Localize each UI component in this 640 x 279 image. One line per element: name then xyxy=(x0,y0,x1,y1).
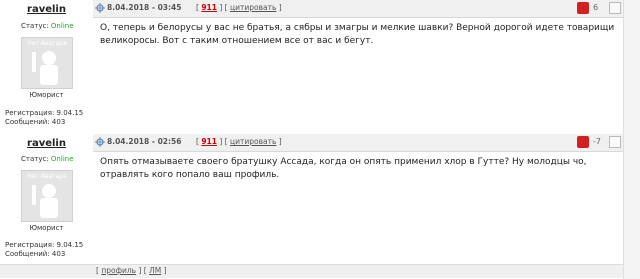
user-rank: Юморист xyxy=(29,91,64,99)
registration-info: Регистрация: 9.04.15 Сообщений: 403 xyxy=(5,109,83,127)
status-online: Online xyxy=(50,22,74,30)
rating-box: 6 xyxy=(577,2,621,15)
messages-count: Сообщений: 403 xyxy=(5,250,66,258)
post-footer: [ профиль ] [ ЛМ ] xyxy=(0,264,623,278)
post-number-link[interactable]: 911 xyxy=(201,137,217,146)
registration-date: Регистрация: 9.04.15 xyxy=(5,241,84,249)
post-actions: [ 911 ] [ цитировать ] xyxy=(196,3,282,12)
post-text: Опять отмазываете своего братушку Ассада… xyxy=(100,157,587,180)
quote-link[interactable]: цитировать xyxy=(230,3,276,12)
avatar-silhouette-icon xyxy=(32,51,58,85)
username-link[interactable]: ravelin xyxy=(0,138,93,149)
status-label: Статус: xyxy=(21,22,49,30)
user-panel: ravelin Статус: Online Нет Аватара Юмори… xyxy=(0,134,93,264)
rating-value: 6 xyxy=(593,3,599,12)
rating-box: -7 xyxy=(577,136,621,149)
post-actions: [ 911 ] [ цитировать ] xyxy=(196,137,282,146)
post-number-link[interactable]: 911 xyxy=(201,3,217,12)
registration-info: Регистрация: 9.04.15 Сообщений: 403 xyxy=(5,241,83,259)
post-header: 8.04.2018 - 03:45 [ 911 ] [ цитировать ]… xyxy=(93,0,623,18)
user-rank: Юморист xyxy=(29,224,64,232)
user-status: Статус: Online xyxy=(21,22,74,30)
rating-value: -7 xyxy=(593,137,601,146)
user-status: Статус: Online xyxy=(21,155,74,163)
status-label: Статус: xyxy=(21,155,49,163)
status-online: Online xyxy=(50,155,74,163)
avatar: Нет Аватара xyxy=(21,37,73,89)
rating-icon[interactable] xyxy=(577,136,589,148)
post-link-icon[interactable] xyxy=(95,137,105,147)
rating-icon[interactable] xyxy=(577,2,589,14)
scrollbar[interactable] xyxy=(623,0,640,279)
messages-count: Сообщений: 403 xyxy=(5,118,66,126)
registration-date: Регистрация: 9.04.15 xyxy=(5,109,84,117)
post-header: 8.04.2018 - 02:56 [ 911 ] [ цитировать ]… xyxy=(93,134,623,152)
pm-link[interactable]: ЛМ xyxy=(149,266,161,275)
username-link[interactable]: ravelin xyxy=(0,4,93,15)
post-date: 8.04.2018 - 03:45 xyxy=(107,3,182,12)
quote-link[interactable]: цитировать xyxy=(230,137,276,146)
post-text: О, теперь и белорусы у вас не братья, а … xyxy=(100,23,615,46)
select-checkbox[interactable] xyxy=(609,2,621,14)
avatar-silhouette-icon xyxy=(32,184,58,218)
post-link-icon[interactable] xyxy=(95,3,105,13)
footer-links: [ профиль ] [ ЛМ ] xyxy=(96,266,167,275)
profile-link[interactable]: профиль xyxy=(101,266,136,275)
user-panel: ravelin Статус: Online Нет Аватара Юмори… xyxy=(0,0,93,131)
select-checkbox[interactable] xyxy=(609,136,621,148)
avatar: Нет Аватара xyxy=(21,170,73,222)
post-date: 8.04.2018 - 02:56 xyxy=(107,137,182,146)
